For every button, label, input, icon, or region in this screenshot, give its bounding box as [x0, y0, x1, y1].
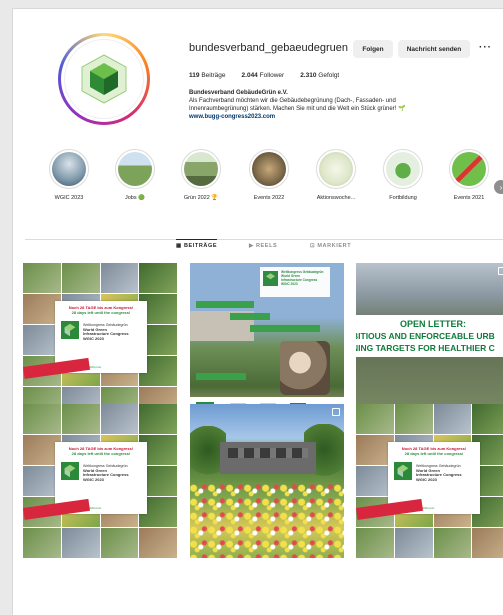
profile-display-name: Bundesverband GebäudeGrün e.V. [189, 90, 288, 96]
bugg-logo-icon [81, 54, 127, 104]
bugg-logo-icon [263, 271, 278, 286]
tabs-divider [25, 239, 503, 240]
post-tile[interactable] [190, 404, 344, 558]
following-stat[interactable]: 2.310 Gefolgt [300, 72, 339, 79]
highlight-item[interactable]: Events 2021 [441, 149, 497, 201]
profile-link[interactable]: www.bugg-congress2023.com [189, 113, 469, 121]
highlight-item[interactable]: Fortbildung [375, 149, 431, 201]
open-letter-title: OPEN LETTER: [399, 319, 466, 329]
bio-line-1: Als Fachverband möchten wir die Gebäudeb… [189, 98, 396, 104]
congress-panel: Weltkongress Gebäudegrün World Green Infra… [260, 267, 330, 297]
profile-bio: Bundesverband GebäudeGrün e.V. Als Fachv… [189, 89, 469, 121]
tab-reels[interactable]: ▶ REELS [249, 243, 277, 249]
highlight-item[interactable]: Events 2022 [241, 149, 297, 201]
highlight-item[interactable]: Jobs 🟢 [107, 149, 163, 201]
bio-line-2: Innenraumbegrünung) stärken. Machen Sie … [189, 106, 406, 112]
post-tile[interactable]: Noch 28 TAGE bis zum Kongress! 28 days le… [23, 404, 177, 558]
post-tile[interactable]: Noch 28 TAGE bis zum Kongress! 28 days le… [23, 263, 177, 417]
posts-stat[interactable]: 119 Beiträge [189, 72, 226, 79]
story-highlights: WGIC 2023 Jobs 🟢 Grün 2022 🏆 Events 2022… [13, 149, 503, 219]
message-button[interactable]: Nachricht senden [398, 40, 470, 58]
more-options-icon[interactable]: ··· [479, 42, 492, 53]
profile-username: bundesverband_gebaeudegruen [189, 42, 349, 54]
highlight-item[interactable]: WGIC 2023 [41, 149, 97, 201]
post-tile[interactable]: Weltkongress Gebäudegrün World Green Infra… [190, 263, 344, 417]
tab-posts[interactable]: ▦ BEITRÄGE [176, 239, 218, 249]
bugg-logo-icon [61, 462, 79, 480]
highlight-item[interactable]: Grün 2022 🏆 [173, 149, 229, 201]
post-tile[interactable]: OPEN LETTER: BITIOUS AND ENFORCEABLE URB… [356, 263, 503, 417]
highlight-item[interactable]: Aktionswoche... [308, 149, 364, 201]
carousel-icon [332, 408, 340, 416]
bugg-logo-icon [394, 462, 412, 480]
profile-stats: 119 Beiträge 2.044 Follower 2.310 Gefolg… [189, 72, 339, 79]
tab-tagged[interactable]: ⊡ MARKIERT [310, 243, 351, 249]
post-tile[interactable]: Noch 28 TAGE bis zum Kongress! 28 days le… [356, 404, 503, 558]
profile-page: bundesverband_gebaeudegruen Folgen Nachr… [12, 8, 503, 615]
profile-avatar[interactable] [58, 33, 150, 125]
followers-stat[interactable]: 2.044 Follower [242, 72, 285, 79]
bugg-logo-icon [61, 321, 79, 339]
chevron-right-icon[interactable]: › [494, 180, 503, 194]
follow-button[interactable]: Folgen [353, 40, 393, 58]
carousel-icon [498, 267, 503, 275]
